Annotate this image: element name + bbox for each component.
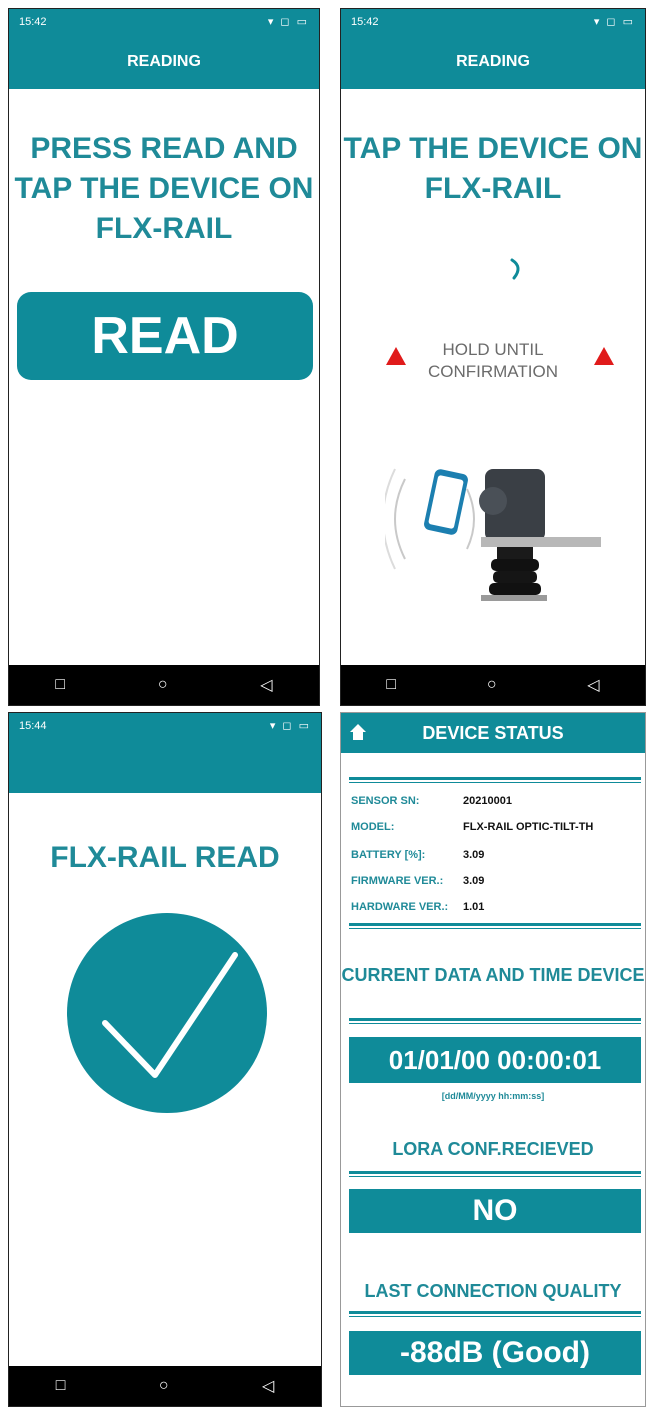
hold-line-2: CONFIRMATION — [427, 362, 558, 381]
home-icon[interactable]: ○ — [158, 676, 168, 694]
divider — [349, 1171, 641, 1177]
info-row-model: MODEL: FLX-RAIL OPTIC-TILT-TH — [351, 821, 594, 833]
android-nav-bar: □ ○ ◁ — [9, 665, 319, 705]
page-title: DEVICE STATUS — [422, 722, 564, 743]
android-nav-bar: □ ○ ◁ — [9, 1366, 321, 1406]
divider — [349, 923, 641, 929]
app-bar — [9, 738, 321, 793]
status-bar: 15:44 ▾ ◻ ▭ — [9, 713, 321, 738]
divider — [349, 1018, 641, 1024]
device-tap-illustration — [385, 468, 601, 601]
datetime-format: [dd/MM/yyyy hh:mm:ss] — [441, 1091, 545, 1101]
success-check-icon — [67, 913, 267, 1113]
app-bar-title: READING — [341, 34, 645, 89]
back-icon[interactable]: ◁ — [260, 675, 272, 695]
connection-quality-title: LAST CONNECTION QUALITY — [364, 1281, 622, 1301]
recents-icon[interactable]: □ — [386, 676, 396, 694]
hold-line-1: HOLD UNTIL — [442, 340, 544, 359]
status-icons: ▾ ◻ ▭ — [269, 720, 311, 732]
android-nav-bar: □ ○ ◁ — [341, 665, 645, 705]
home-icon[interactable]: ○ — [159, 1377, 169, 1395]
screen-reading-progress: 15:42 ▾ ◻ ▭ READING TAP THE DEVICE ON FL… — [340, 8, 646, 706]
back-icon[interactable]: ◁ — [262, 1376, 274, 1396]
datetime-value: 01/01/00 00:00:01 — [349, 1037, 641, 1083]
status-time: 15:42 — [351, 15, 379, 28]
divider — [349, 777, 641, 783]
recents-icon[interactable]: □ — [56, 1377, 66, 1395]
status-time: 15:44 — [19, 719, 47, 732]
app-bar-title: READING — [9, 34, 319, 89]
status-icons: ▾ ◻ ▭ — [267, 16, 309, 28]
read-button[interactable]: READ — [17, 292, 313, 380]
home-icon[interactable]: ○ — [487, 676, 497, 694]
loading-spinner-icon — [510, 258, 520, 280]
screen-reading-start: 15:42 ▾ ◻ ▭ READING PRESS READ AND TAP T… — [8, 8, 320, 706]
screen-read-complete: 15:44 ▾ ◻ ▭ FLX-RAIL READ □ ○ ◁ — [8, 712, 322, 1407]
warning-icon — [594, 347, 614, 365]
hold-message: HOLD UNTIL CONFIRMATION — [381, 339, 605, 383]
current-datetime-title: CURRENT DATA AND TIME DEVICE — [341, 965, 645, 985]
back-icon[interactable]: ◁ — [587, 675, 599, 695]
success-headline: FLX-RAIL READ — [50, 841, 280, 874]
info-row-firmware: FIRMWARE VER.: 3.09 — [351, 875, 485, 887]
lora-value: NO — [349, 1189, 641, 1233]
status-bar: 15:42 ▾ ◻ ▭ — [9, 9, 319, 34]
screen-device-status: DEVICE STATUS SENSOR SN: 20210001 MODEL: F… — [340, 712, 646, 1407]
instruction-headline: PRESS READ AND TAP THE DEVICE ON FLX-RAI… — [14, 132, 314, 245]
status-time: 15:42 — [19, 15, 47, 28]
instruction-headline: TAP THE DEVICE ON FLX-RAIL — [343, 132, 643, 205]
lora-title: LORA CONF.RECIEVED — [392, 1139, 594, 1159]
recents-icon[interactable]: □ — [55, 676, 65, 694]
info-row-sensor-sn: SENSOR SN: 20210001 — [351, 795, 512, 807]
divider — [349, 1311, 641, 1317]
status-bar: 15:42 ▾ ◻ ▭ — [341, 9, 645, 34]
info-row-hardware: HARDWARE VER.: 1.01 — [351, 901, 485, 913]
device-status-header: DEVICE STATUS — [341, 713, 645, 753]
home-icon[interactable] — [349, 723, 367, 741]
connection-quality-value: -88dB (Good) — [349, 1331, 641, 1375]
status-icons: ▾ ◻ ▭ — [593, 16, 635, 28]
info-row-battery: BATTERY [%]: 3.09 — [351, 849, 485, 861]
